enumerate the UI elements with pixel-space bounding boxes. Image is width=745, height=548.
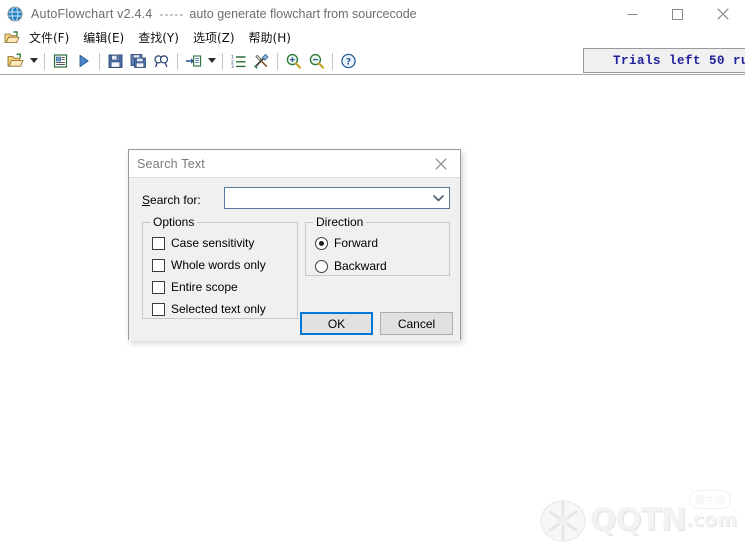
checkbox-label: Case sensitivity [171, 236, 255, 250]
dialog-body: Search for: Options Case sensitivity Who… [129, 178, 460, 341]
search-for-row: Search for: [129, 187, 460, 211]
close-icon [716, 8, 729, 20]
open-folder-icon [4, 30, 20, 46]
checkbox-case-sensitivity[interactable]: Case sensitivity [152, 235, 254, 251]
close-button[interactable] [700, 0, 745, 28]
zoom-in-icon [286, 53, 302, 69]
dialog-titlebar: Search Text [129, 150, 460, 178]
search-text-dialog: Search Text Search for: Options Case sen… [128, 149, 461, 341]
search-for-label-rest: earch for: [150, 193, 201, 207]
menu-edit[interactable]: 编辑(E) [77, 28, 132, 48]
close-icon [435, 157, 447, 170]
maximize-icon [672, 8, 683, 20]
toolbar-separator [44, 52, 45, 70]
radio-label: Forward [334, 236, 379, 250]
export-button[interactable] [182, 50, 205, 72]
checkbox-box[interactable] [152, 236, 165, 250]
window-controls [610, 0, 745, 28]
search-for-accelerator: S [142, 193, 151, 207]
checkbox-box[interactable] [152, 280, 165, 294]
open-file-dropdown-arrow[interactable] [27, 50, 40, 72]
chevron-down-icon [207, 58, 216, 63]
dialog-title: Search Text [137, 156, 205, 171]
checkbox-box[interactable] [152, 258, 165, 272]
save-button[interactable] [104, 50, 127, 72]
zoom-in-button[interactable] [282, 50, 305, 72]
checkbox-label: Whole words only [171, 258, 266, 272]
minimize-icon [627, 13, 638, 15]
zoom-out-button[interactable] [305, 50, 328, 72]
chevron-down-icon[interactable] [427, 188, 449, 208]
chevron-down-icon [29, 58, 38, 63]
save-all-button[interactable] [127, 50, 150, 72]
radio-button[interactable] [315, 259, 328, 273]
direction-group-legend: Direction [313, 215, 367, 229]
tools-icon [253, 53, 269, 69]
window-titlebar: AutoFlowchart v2.4.4 ----- auto generate… [0, 0, 745, 28]
window-title-separator: ----- [159, 7, 185, 21]
outline-list-button[interactable]: 1 2 3 [227, 50, 250, 72]
run-button[interactable] [72, 50, 95, 72]
toolbar-separator [99, 52, 100, 70]
toolbar-separator [332, 52, 333, 70]
checkbox-whole-words-only[interactable]: Whole words only [152, 257, 266, 273]
help-button[interactable]: ? [337, 50, 360, 72]
run-icon [79, 54, 89, 68]
document-properties-button[interactable] [49, 50, 72, 72]
find-icon [154, 55, 169, 68]
menu-file[interactable]: 文件(F) [23, 28, 77, 48]
toolbar-separator [277, 52, 278, 70]
options-group: Options Case sensitivity Whole words onl… [142, 215, 298, 319]
direction-group: Direction Forward Backward [305, 215, 450, 276]
menu-help[interactable]: 帮助(H) [243, 28, 299, 48]
open-file-icon [7, 53, 24, 67]
options-group-legend: Options [150, 215, 198, 229]
minimize-button[interactable] [610, 0, 655, 28]
window-subtitle: auto generate flowchart from sourcecode [189, 7, 417, 21]
document-properties-icon [53, 54, 68, 68]
trial-status-text: Trials left 50 run [612, 53, 745, 68]
radio-button[interactable] [315, 236, 328, 250]
find-button[interactable] [150, 50, 173, 72]
open-file-button[interactable] [4, 50, 27, 72]
radio-backward[interactable]: Backward [315, 258, 387, 274]
checkbox-label: Entire scope [171, 280, 238, 294]
trial-status-panel: Trials left 50 run [583, 48, 745, 73]
help-icon: ? [341, 53, 356, 69]
ok-button[interactable]: OK [300, 312, 373, 335]
dialog-close-button[interactable] [422, 150, 460, 177]
export-icon [186, 55, 202, 67]
svg-text:?: ? [346, 58, 351, 68]
checkbox-selected-text-only[interactable]: Selected text only [152, 301, 266, 317]
export-dropdown-arrow[interactable] [205, 50, 218, 72]
save-all-icon [130, 54, 146, 68]
maximize-button[interactable] [655, 0, 700, 28]
zoom-out-icon [309, 53, 325, 69]
search-for-combobox[interactable] [224, 187, 450, 209]
window-title: AutoFlowchart v2.4.4 [31, 7, 153, 21]
svg-text:3: 3 [231, 64, 234, 69]
checkbox-entire-scope[interactable]: Entire scope [152, 279, 238, 295]
menu-options[interactable]: 选项(Z) [187, 28, 243, 48]
toolbar-separator [177, 52, 178, 70]
checkbox-box[interactable] [152, 302, 165, 316]
checkbox-label: Selected text only [171, 302, 266, 316]
globe-icon [7, 6, 23, 22]
menu-find[interactable]: 查找(Y) [132, 28, 187, 48]
outline-list-icon: 1 2 3 [231, 55, 246, 69]
radio-label: Backward [334, 259, 387, 273]
cancel-button[interactable]: Cancel [380, 312, 453, 335]
menubar: 文件(F) 编辑(E) 查找(Y) 选项(Z) 帮助(H) [0, 28, 745, 48]
save-icon [108, 54, 123, 68]
toolbar-separator [222, 52, 223, 70]
radio-forward[interactable]: Forward [315, 235, 378, 251]
search-for-label: Search for: [142, 193, 201, 207]
tools-button[interactable] [250, 50, 273, 72]
